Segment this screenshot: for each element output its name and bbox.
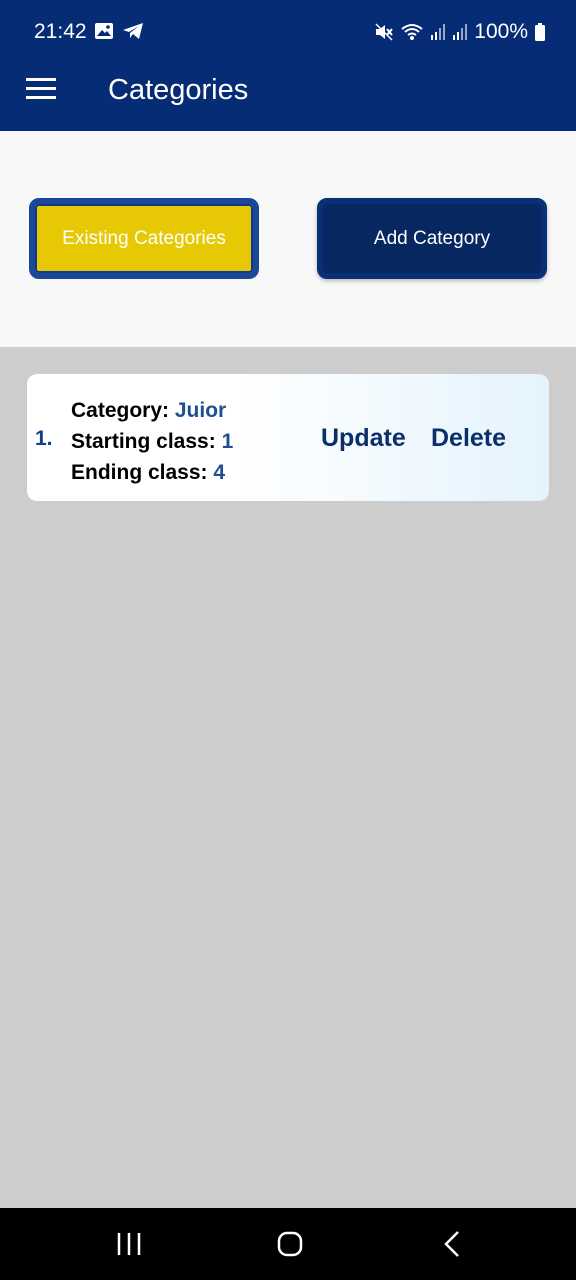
home-icon[interactable] [270, 1228, 310, 1260]
image-icon [95, 23, 113, 39]
signal-icon [431, 24, 446, 40]
category-tabs-panel: Existing Categories Add Category [0, 131, 576, 347]
starting-class-line: Starting class: 1 [71, 426, 233, 457]
page-title: Categories [108, 74, 249, 106]
category-card: 1. Category: Juior Starting class: 1 End… [27, 374, 549, 501]
mute-icon [375, 23, 394, 41]
signal-icon [453, 24, 468, 40]
system-nav-bar [0, 1208, 576, 1280]
status-bar: 21:42 100% [0, 0, 576, 64]
category-label: Category: [71, 399, 170, 422]
status-time: 21:42 [34, 20, 87, 43]
delete-button[interactable]: Delete [431, 424, 506, 453]
update-button[interactable]: Update [321, 424, 406, 453]
existing-categories-button[interactable]: Existing Categories [29, 198, 259, 279]
ending-class-label: Ending class: [71, 461, 208, 484]
category-index: 1. [35, 427, 53, 450]
starting-class-label: Starting class: [71, 430, 216, 453]
menu-icon[interactable] [26, 78, 58, 104]
starting-class-value: 1 [221, 430, 234, 453]
status-left-icons [94, 22, 144, 40]
status-right: 100% [374, 20, 546, 44]
app-bar: Categories [0, 64, 576, 131]
add-category-button[interactable]: Add Category [317, 198, 547, 279]
battery-percent: 100% [474, 20, 528, 43]
battery-icon [535, 23, 545, 41]
recent-apps-icon[interactable] [110, 1228, 150, 1260]
ending-class-line: Ending class: 4 [71, 457, 233, 488]
category-value: Juior [174, 399, 227, 422]
back-icon[interactable] [432, 1228, 472, 1260]
telegram-icon [123, 23, 143, 39]
wifi-icon [401, 24, 423, 40]
ending-class-value: 4 [213, 461, 226, 484]
category-line: Category: Juior [71, 395, 233, 426]
category-details: Category: Juior Starting class: 1 Ending… [71, 395, 233, 488]
